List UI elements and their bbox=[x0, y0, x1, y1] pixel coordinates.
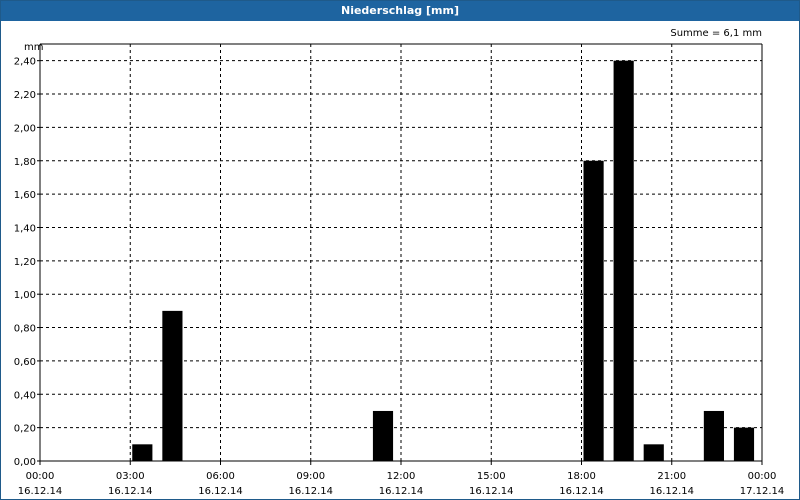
precipitation-chart: Summe = 6,1 mm mm 0,000,200,400,600,801,… bbox=[14, 28, 785, 497]
x-tick-date: 16.12.14 bbox=[649, 486, 694, 497]
y-tick-label: 1,80 bbox=[14, 157, 36, 168]
x-tick-time: 06:00 bbox=[206, 471, 235, 482]
x-tick-time: 18:00 bbox=[567, 471, 596, 482]
y-ticks: 0,00 0,20 0,40 0,60 0,80 1,00 1,20 1,40 1,60 1,80… bbox=[14, 57, 40, 468]
bar bbox=[372, 410, 394, 461]
x-tick-time: 15:00 bbox=[477, 471, 506, 482]
y-tick-label: 0,00 bbox=[14, 457, 36, 468]
bar bbox=[613, 60, 634, 462]
y-tick-label: 1,20 bbox=[14, 257, 36, 268]
y-tick-label: 0,20 bbox=[14, 424, 36, 435]
x-tick-time: 09:00 bbox=[296, 471, 325, 482]
x-tick-date: 16.12.14 bbox=[198, 486, 243, 497]
x-tick-date: 17.12.14 bbox=[740, 486, 785, 497]
bar bbox=[132, 444, 153, 461]
x-tick-time: 03:00 bbox=[116, 471, 145, 482]
x-tick-date: 16.12.14 bbox=[18, 486, 63, 497]
bar bbox=[703, 410, 724, 461]
x-tick-date: 16.12.14 bbox=[288, 486, 333, 497]
bar bbox=[643, 444, 664, 461]
bar bbox=[733, 427, 755, 461]
x-tick-time: 00:00 bbox=[26, 471, 55, 482]
x-tick-time: 21:00 bbox=[657, 471, 686, 482]
x-tick-date: 16.12.14 bbox=[108, 486, 153, 497]
y-tick-label: 1,00 bbox=[14, 290, 36, 301]
y-tick-label: 1,40 bbox=[14, 223, 36, 234]
sum-annotation: Summe = 6,1 mm bbox=[670, 28, 762, 39]
x-ticks: 00:00 16.12.14 03:00 16.12.14 06:00 16.12.14 0… bbox=[18, 461, 785, 497]
x-tick-time: 00:00 bbox=[748, 471, 777, 482]
x-tick-time: 12:00 bbox=[387, 471, 416, 482]
y-tick-label: 2,20 bbox=[14, 90, 36, 101]
bar bbox=[583, 160, 604, 461]
y-tick-label: 2,40 bbox=[14, 57, 36, 68]
y-tick-label: 1,60 bbox=[14, 190, 36, 201]
x-tick-date: 16.12.14 bbox=[559, 486, 604, 497]
x-tick-date: 16.12.14 bbox=[469, 486, 514, 497]
x-tick-date: 16.12.14 bbox=[379, 486, 424, 497]
grid bbox=[40, 44, 762, 461]
y-tick-label: 2,00 bbox=[14, 123, 36, 134]
y-tick-label: 0,60 bbox=[14, 357, 36, 368]
y-tick-label: 0,40 bbox=[14, 390, 36, 401]
y-tick-label: 0,80 bbox=[14, 324, 36, 335]
bar bbox=[162, 310, 183, 461]
